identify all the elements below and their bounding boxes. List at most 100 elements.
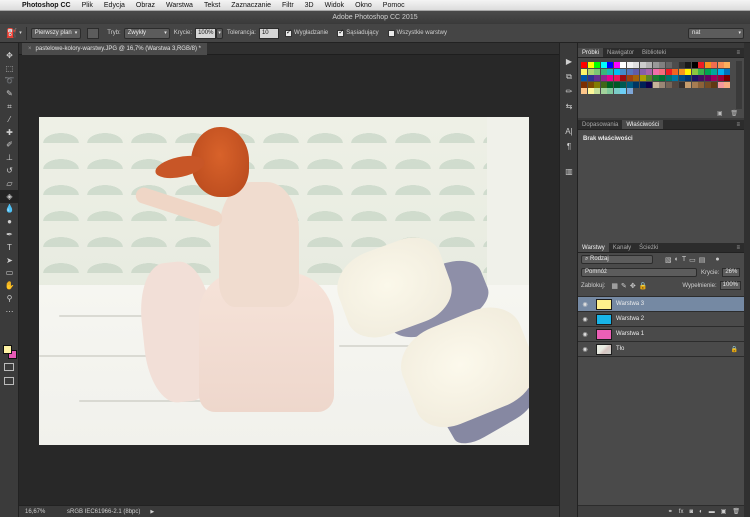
color-swatch[interactable] <box>717 68 724 75</box>
tolerance-field[interactable]: 10 <box>258 27 279 39</box>
color-swatch[interactable] <box>717 81 724 88</box>
color-swatch[interactable] <box>600 75 607 81</box>
eyedropper-tool-icon[interactable]: ⁄ <box>0 113 19 126</box>
color-swatch[interactable] <box>685 81 691 88</box>
visibility-eye-icon[interactable]: ◉ <box>578 331 592 338</box>
color-swatch[interactable] <box>704 75 711 81</box>
visibility-eye-icon[interactable]: ◉ <box>578 316 592 323</box>
history-icon[interactable]: ⧉ <box>560 70 578 83</box>
hand-tool-icon[interactable]: ✋ <box>0 279 19 292</box>
color-swatch[interactable] <box>704 81 711 88</box>
color-swatch[interactable] <box>691 81 698 88</box>
menu-filter[interactable]: Filtr <box>282 2 294 9</box>
color-swatch[interactable] <box>600 62 607 68</box>
color-swatch[interactable] <box>613 62 620 68</box>
color-swatch[interactable] <box>613 81 620 88</box>
quick-select-tool-icon[interactable]: ✎ <box>0 87 19 100</box>
color-swatch[interactable] <box>581 81 587 88</box>
tab-adjustments[interactable]: Dopasowania <box>578 120 622 129</box>
color-swatch[interactable] <box>587 81 594 88</box>
brush-tool-icon[interactable]: ✐ <box>0 139 19 152</box>
panel-menu-icon[interactable]: ≡ <box>736 243 744 252</box>
all-layers-checkbox[interactable] <box>387 29 395 37</box>
color-swatch[interactable] <box>620 88 626 94</box>
mode-dropdown[interactable]: Zwykły ▾ <box>123 27 170 39</box>
character-icon[interactable]: A| <box>560 125 578 138</box>
layer-row[interactable]: ◉ Warstwa 1 <box>578 327 744 342</box>
layer-row[interactable]: ◉ Tło 🔒 <box>578 342 744 357</box>
color-swatch[interactable] <box>646 68 652 75</box>
color-swatch[interactable] <box>620 81 626 88</box>
new-layer-icon[interactable]: ▣ <box>721 508 727 515</box>
color-swatch[interactable] <box>581 68 587 75</box>
color-swatch[interactable] <box>659 68 665 75</box>
color-swatch[interactable] <box>652 75 659 81</box>
crop-tool-icon[interactable]: ⌗ <box>0 100 19 113</box>
history-brush-tool-icon[interactable]: ↺ <box>0 164 19 177</box>
color-swatch[interactable] <box>626 62 633 68</box>
color-swatch[interactable] <box>613 68 620 75</box>
trash-icon[interactable]: 🗑 <box>732 508 740 515</box>
color-swatch[interactable] <box>581 88 587 94</box>
panel-menu-icon[interactable]: ≡ <box>736 48 744 57</box>
color-swatch[interactable] <box>594 75 600 81</box>
color-swatch[interactable] <box>600 68 607 75</box>
color-swatch[interactable] <box>659 75 665 81</box>
color-swatch[interactable] <box>711 68 717 75</box>
foreground-color-swatch[interactable] <box>3 345 12 354</box>
opacity-slider-toggle[interactable]: ▾ <box>216 27 223 39</box>
color-swatch[interactable] <box>665 75 672 81</box>
color-swatch[interactable] <box>613 75 620 81</box>
type-tool-icon[interactable]: T <box>0 241 19 254</box>
color-swatch[interactable] <box>607 75 613 81</box>
document-image[interactable] <box>39 117 529 445</box>
path-select-tool-icon[interactable]: ➤ <box>0 254 19 267</box>
screen-mode-icon[interactable] <box>4 377 14 385</box>
color-swatch[interactable] <box>698 75 704 81</box>
filter-type-icon[interactable]: T <box>682 256 686 263</box>
color-swatch[interactable] <box>678 68 685 75</box>
filter-toggle-icon[interactable]: ● <box>715 256 719 263</box>
tab-properties[interactable]: Właściwości <box>622 120 664 129</box>
tab-swatches[interactable]: Próbki <box>578 48 604 57</box>
fx-icon[interactable]: fx <box>679 509 684 515</box>
color-swatch[interactable] <box>691 75 698 81</box>
color-swatch[interactable] <box>613 88 620 94</box>
more-tools-icon[interactable]: ⋯ <box>0 305 19 318</box>
tab-libraries[interactable]: Biblioteki <box>638 48 670 57</box>
color-swatch[interactable] <box>691 68 698 75</box>
menu-help[interactable]: Pomoc <box>383 2 405 9</box>
color-swatch[interactable] <box>594 88 600 94</box>
color-swatch[interactable] <box>698 62 704 68</box>
color-swatch[interactable] <box>607 68 613 75</box>
color-swatch[interactable] <box>678 75 685 81</box>
lock-position-icon[interactable]: ✥ <box>630 282 636 290</box>
color-swatch[interactable] <box>633 62 639 68</box>
play-icon[interactable]: ▶ <box>560 55 578 68</box>
color-swatch[interactable] <box>685 75 691 81</box>
color-swatch[interactable] <box>665 68 672 75</box>
color-swatch[interactable] <box>704 62 711 68</box>
color-swatch[interactable] <box>639 81 646 88</box>
color-swatch[interactable] <box>594 62 600 68</box>
libraries-icon[interactable]: ▥ <box>560 165 578 178</box>
menu-layer[interactable]: Warstwa <box>166 2 193 9</box>
zoom-tool-icon[interactable]: ⚲ <box>0 292 19 305</box>
tab-navigator[interactable]: Nawigator <box>603 48 638 57</box>
tab-layers[interactable]: Warstwy <box>578 243 609 252</box>
filter-adjustment-icon[interactable]: ◐ <box>675 256 679 263</box>
canvas-area[interactable] <box>19 55 577 505</box>
color-swatch[interactable] <box>659 62 665 68</box>
color-swatch[interactable] <box>626 88 633 94</box>
filter-smart-icon[interactable]: ▤ <box>699 256 706 264</box>
menu-window[interactable]: Okno <box>355 2 372 9</box>
lock-all-icon[interactable]: 🔒 <box>639 282 648 290</box>
color-swatch[interactable] <box>587 75 594 81</box>
color-swatch[interactable] <box>639 62 646 68</box>
zoom-level[interactable]: 16,67% <box>25 509 57 515</box>
color-swatch[interactable] <box>626 75 633 81</box>
color-swatch[interactable] <box>587 68 594 75</box>
color-swatch[interactable] <box>665 81 672 88</box>
color-swatch[interactable] <box>639 68 646 75</box>
quick-mask-icon[interactable] <box>4 363 14 371</box>
